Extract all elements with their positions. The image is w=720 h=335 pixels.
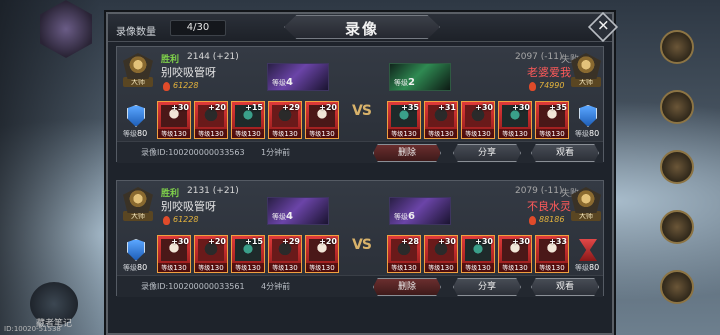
- rank-badge-icon: 大师: [571, 187, 601, 223]
- delete-button[interactable]: 删除: [373, 278, 441, 296]
- left-side-level: 等级80: [123, 129, 148, 138]
- rank-badge-icon: 大师: [123, 53, 153, 89]
- hero-card[interactable]: +20 等级130: [305, 101, 339, 139]
- hero-card[interactable]: +15 等级130: [231, 101, 265, 139]
- right-pet[interactable]: 等级2: [389, 63, 451, 91]
- right-side-level: 等级80: [575, 263, 600, 272]
- right-side-level: 等级80: [575, 129, 600, 138]
- left-player-name: 别咬吸管呀: [161, 200, 216, 213]
- record-time: 1分钟前: [261, 148, 291, 157]
- hero-card[interactable]: +33 等级130: [535, 235, 569, 273]
- menu-icon[interactable]: [660, 210, 694, 244]
- left-side-level: 等级80: [123, 263, 148, 272]
- hero-card[interactable]: +29 等级130: [268, 101, 302, 139]
- record-id: 录像ID:100200000033561: [141, 282, 245, 291]
- modal-header: 录像数量 4/30 录像 ✕: [108, 11, 619, 43]
- hero-card[interactable]: +30 等级130: [157, 101, 191, 139]
- power-flame-icon: [529, 216, 536, 225]
- record-time: 4分钟前: [261, 282, 291, 291]
- hero-card[interactable]: +20 等级130: [194, 101, 228, 139]
- hero-card[interactable]: +30 等级130: [424, 235, 458, 273]
- hero-card[interactable]: +35 等级130: [535, 101, 569, 139]
- right-menu-icons: [620, 30, 720, 320]
- replay-card: 大师 胜利 2131 (+21) 别咬吸管呀 61228 等级4 VS 等级6 …: [116, 180, 604, 297]
- rank-badge-icon: 大师: [123, 187, 153, 223]
- delete-button[interactable]: 删除: [373, 144, 441, 162]
- hero-card[interactable]: +20 等级130: [194, 235, 228, 273]
- hero-card[interactable]: +30 等级130: [157, 235, 191, 273]
- right-power: 88186: [539, 215, 565, 224]
- menu-icon[interactable]: [660, 150, 694, 184]
- hero-card[interactable]: +30 等级130: [461, 235, 495, 273]
- right-player-name: 老婆爱我: [527, 66, 571, 79]
- vs-label: VS: [352, 103, 372, 119]
- left-power: 61228: [173, 215, 199, 224]
- share-button[interactable]: 分享: [453, 278, 521, 296]
- close-icon: ✕: [597, 17, 610, 35]
- left-pet[interactable]: 等级4: [267, 197, 329, 225]
- right-power: 74990: [539, 81, 565, 90]
- right-player-name: 不良水灵: [527, 200, 571, 213]
- power-flame-icon: [529, 82, 536, 91]
- shield-icon: [127, 105, 145, 127]
- modal-title: 录像: [344, 20, 379, 38]
- right-score: 2097 (-11): [515, 52, 563, 62]
- hero-card[interactable]: +30 等级130: [498, 235, 532, 273]
- left-score: 2131 (+21): [187, 186, 239, 196]
- watch-button[interactable]: 观看: [531, 278, 599, 296]
- menu-icon[interactable]: [660, 90, 694, 124]
- footer-id: ID:10020-51538: [4, 325, 61, 333]
- menu-icon[interactable]: [660, 270, 694, 304]
- replay-card: 大师 胜利 2144 (+21) 别咬吸管呀 61228 等级4 VS 等级2 …: [116, 46, 604, 163]
- hero-card[interactable]: +28 等级130: [387, 235, 421, 273]
- hero-card[interactable]: +20 等级130: [305, 235, 339, 273]
- watch-button[interactable]: 观看: [531, 144, 599, 162]
- left-player-name: 别咬吸管呀: [161, 66, 216, 79]
- hero-card[interactable]: +31 等级130: [424, 101, 458, 139]
- replay-count-label: 录像数量: [116, 27, 156, 38]
- shield-icon: [127, 239, 145, 261]
- hero-card[interactable]: +30 等级130: [498, 101, 532, 139]
- hero-card[interactable]: +30 等级130: [461, 101, 495, 139]
- rank-badge-icon: 大师: [571, 53, 601, 89]
- left-power: 61228: [173, 81, 199, 90]
- shield-icon: [579, 105, 597, 127]
- right-score: 2079 (-11): [515, 186, 563, 196]
- hourglass-icon: [579, 239, 597, 261]
- menu-icon[interactable]: [660, 30, 694, 64]
- replay-count-value: 4/30: [170, 20, 226, 36]
- right-pet[interactable]: 等级6: [389, 197, 451, 225]
- power-flame-icon: [163, 216, 170, 225]
- close-button[interactable]: ✕: [587, 11, 619, 43]
- power-flame-icon: [163, 82, 170, 91]
- replay-modal: 录像数量 4/30 录像 ✕ 大师 胜利 2144 (+21) 别咬吸管呀 61…: [106, 11, 619, 335]
- left-pet[interactable]: 等级4: [267, 63, 329, 91]
- hero-card[interactable]: +15 等级130: [231, 235, 265, 273]
- hero-card[interactable]: +29 等级130: [268, 235, 302, 273]
- record-id: 录像ID:100200000033563: [141, 148, 245, 157]
- vs-label: VS: [352, 237, 372, 253]
- hero-card[interactable]: +35 等级130: [387, 101, 421, 139]
- share-button[interactable]: 分享: [453, 144, 521, 162]
- left-score: 2144 (+21): [187, 52, 239, 62]
